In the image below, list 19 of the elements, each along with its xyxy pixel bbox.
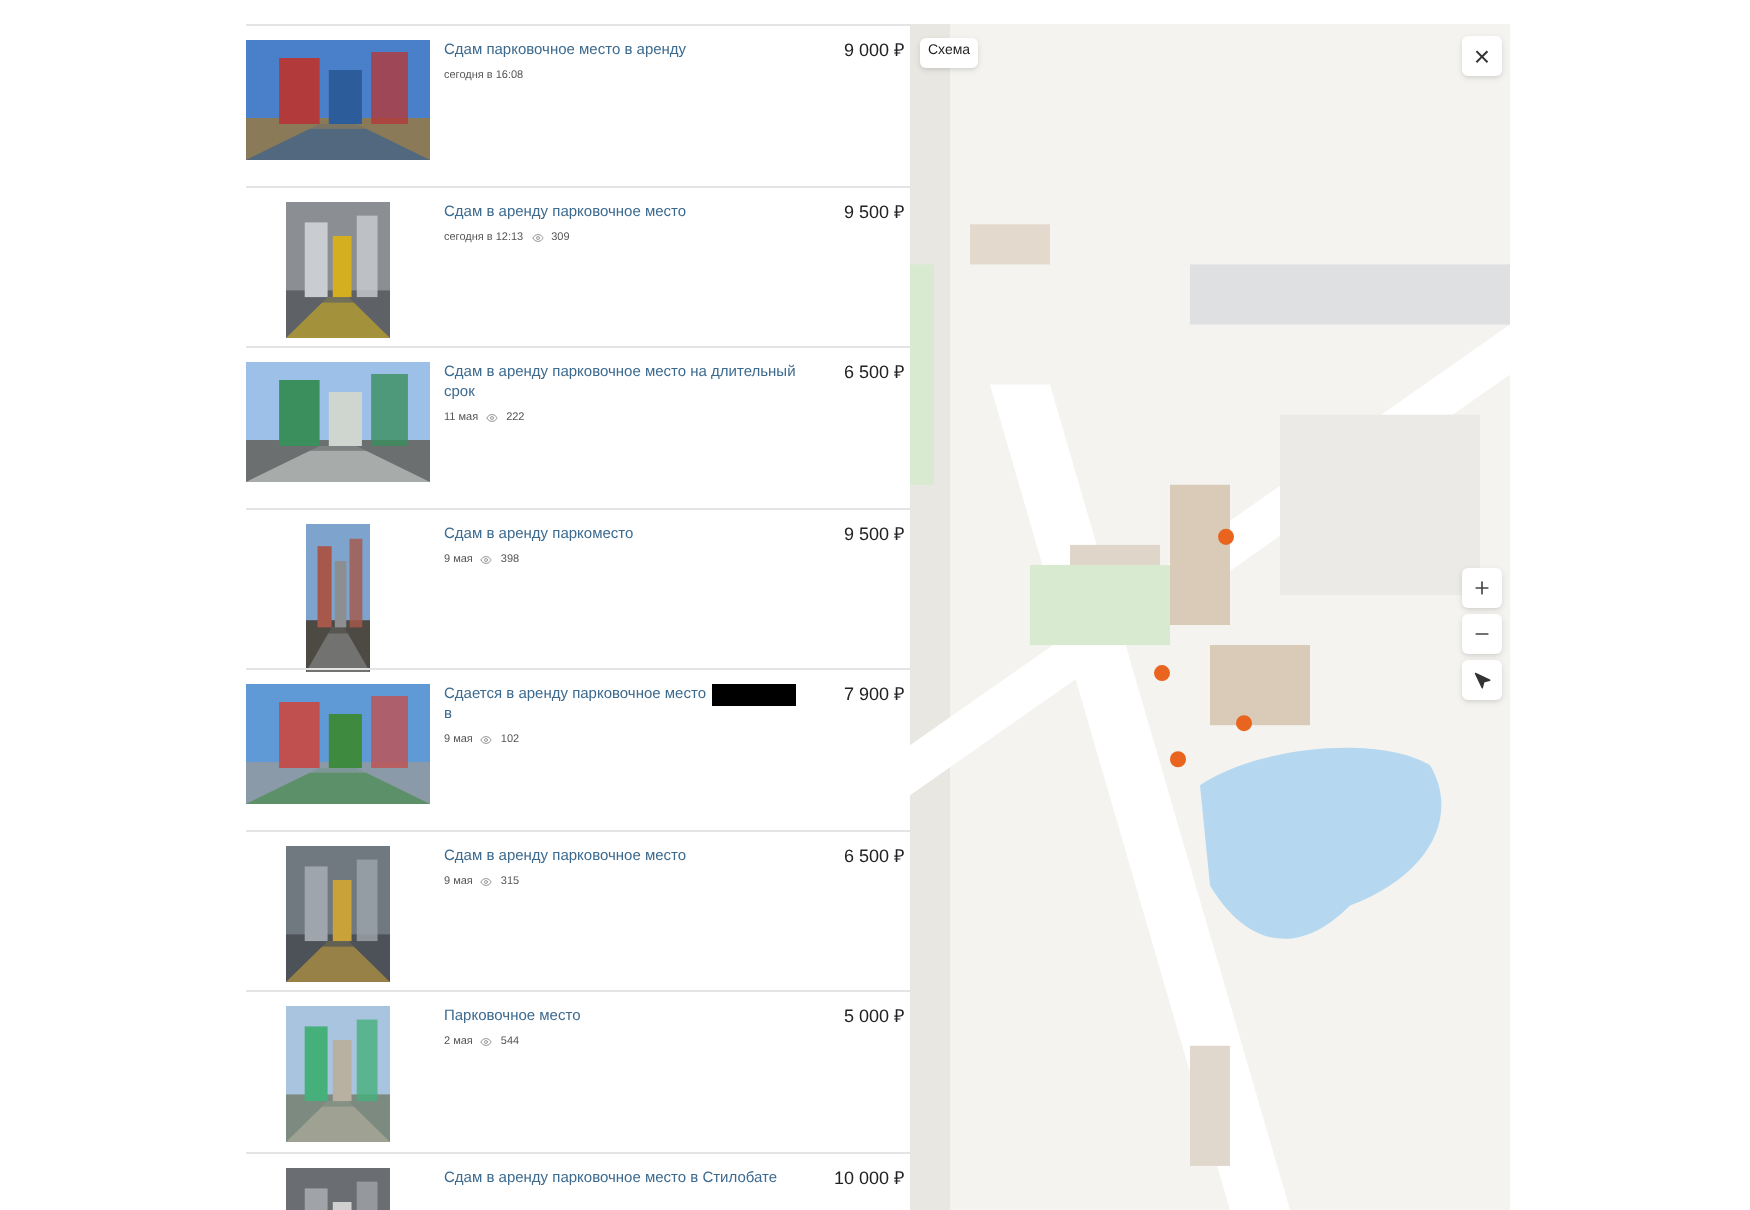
listing-price: 10 000 ₽ bbox=[831, 1167, 906, 1191]
eye-icon bbox=[480, 553, 493, 566]
listing-price: 9 000 ₽ bbox=[841, 40, 906, 64]
close-button[interactable]: × bbox=[1462, 36, 1502, 76]
arrow-icon bbox=[1473, 671, 1491, 689]
listing-price: 7 900 ₽ bbox=[841, 684, 906, 708]
listing-price: 9 500 ₽ bbox=[841, 523, 906, 547]
listing-price: 9 500 ₽ bbox=[841, 201, 906, 225]
eye-icon bbox=[531, 231, 544, 244]
eye-icon bbox=[480, 734, 493, 747]
eye-icon bbox=[486, 412, 499, 425]
eye-icon bbox=[480, 875, 493, 888]
listing-price: 5 000 ₽ bbox=[841, 1006, 906, 1030]
plus-icon bbox=[1472, 578, 1492, 598]
locate-button[interactable] bbox=[1462, 660, 1502, 700]
zoom-in-button[interactable] bbox=[1462, 568, 1502, 608]
eye-icon bbox=[480, 1036, 493, 1049]
listing-price: 6 500 ₽ bbox=[841, 362, 906, 386]
listing-price: 6 500 ₽ bbox=[841, 845, 906, 869]
